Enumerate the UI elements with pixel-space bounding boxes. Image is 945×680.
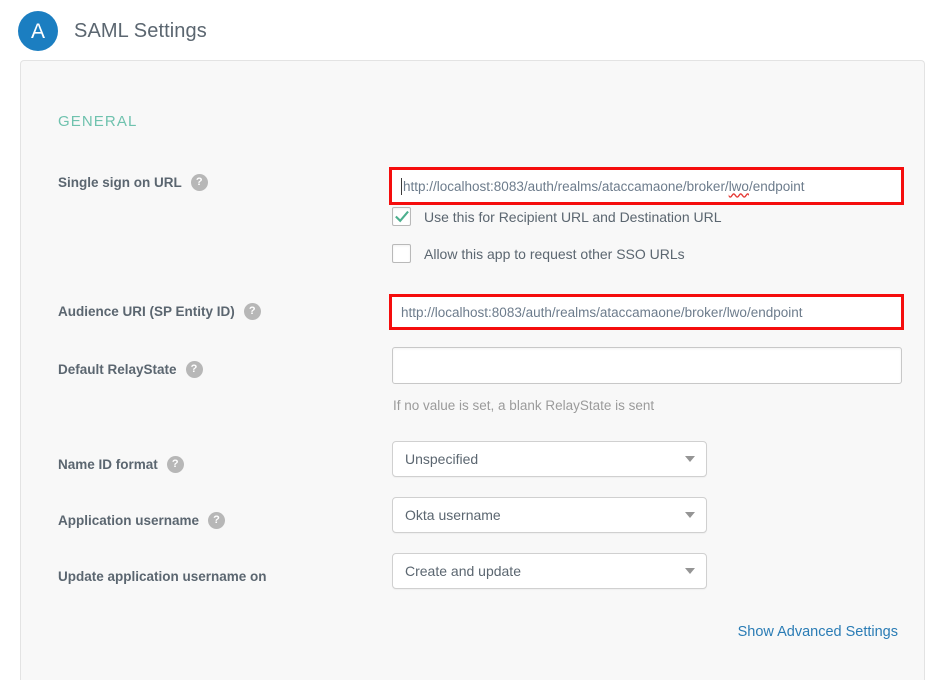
page-header: A SAML Settings xyxy=(0,0,945,62)
default-relay-state-input[interactable] xyxy=(392,347,902,384)
saml-settings-card: GENERAL Single sign on URL ? http://loca… xyxy=(20,60,925,680)
check-icon xyxy=(395,210,409,224)
page-title: SAML Settings xyxy=(74,20,207,43)
help-icon-audience-uri[interactable]: ? xyxy=(244,303,261,320)
help-icon-single-sign-on-url[interactable]: ? xyxy=(191,174,208,191)
application-username-value: Okta username xyxy=(405,507,501,523)
label-default-relay-state-text: Default RelayState xyxy=(58,362,177,377)
chevron-down-icon xyxy=(685,568,695,574)
single-sign-on-url-input[interactable]: http://localhost:8083/auth/realms/atacca… xyxy=(392,170,901,202)
label-name-id-format-text: Name ID format xyxy=(58,457,158,472)
label-audience-uri: Audience URI (SP Entity ID) ? xyxy=(58,298,261,324)
default-relay-state-hint: If no value is set, a blank RelayState i… xyxy=(393,398,654,413)
update-application-username-on-value: Create and update xyxy=(405,563,521,579)
help-icon-name-id-format[interactable]: ? xyxy=(167,456,184,473)
chevron-down-icon xyxy=(685,456,695,462)
label-default-relay-state: Default RelayState ? xyxy=(58,356,203,382)
name-id-format-value: Unspecified xyxy=(405,451,478,467)
application-username-select[interactable]: Okta username xyxy=(392,497,707,533)
audience-uri-value: http://localhost:8083/auth/realms/atacca… xyxy=(401,305,803,320)
section-title-general: GENERAL xyxy=(58,113,137,130)
label-update-application-username-on-text: Update application username on xyxy=(58,569,267,584)
label-single-sign-on-url: Single sign on URL ? xyxy=(58,169,208,195)
checkbox-label-allow-other-sso-urls: Allow this app to request other SSO URLs xyxy=(424,246,685,262)
label-application-username: Application username ? xyxy=(58,507,225,533)
highlight-single-sign-on-url: http://localhost:8083/auth/realms/atacca… xyxy=(389,167,904,205)
checkbox-row-other-sso-urls[interactable]: Allow this app to request other SSO URLs xyxy=(392,244,685,263)
update-application-username-on-field: Create and update xyxy=(392,553,707,589)
single-sign-on-url-value: http://localhost:8083/auth/realms/atacca… xyxy=(403,179,729,194)
label-single-sign-on-url-text: Single sign on URL xyxy=(58,175,182,190)
avatar-letter: A xyxy=(31,21,45,42)
name-id-format-field: Unspecified xyxy=(392,441,707,477)
name-id-format-select[interactable]: Unspecified xyxy=(392,441,707,477)
help-icon-default-relay-state[interactable]: ? xyxy=(186,361,203,378)
default-relay-state-field xyxy=(392,347,902,384)
application-username-field: Okta username xyxy=(392,497,707,533)
checkbox-label-use-for-recipient-destination: Use this for Recipient URL and Destinati… xyxy=(424,209,722,225)
show-advanced-settings-link[interactable]: Show Advanced Settings xyxy=(738,624,898,640)
label-application-username-text: Application username xyxy=(58,513,199,528)
help-icon-application-username[interactable]: ? xyxy=(208,512,225,529)
highlight-audience-uri: http://localhost:8083/auth/realms/atacca… xyxy=(389,294,904,330)
audience-uri-input[interactable]: http://localhost:8083/auth/realms/atacca… xyxy=(392,297,901,327)
update-application-username-on-select[interactable]: Create and update xyxy=(392,553,707,589)
text-caret xyxy=(401,178,402,195)
label-name-id-format: Name ID format ? xyxy=(58,451,184,477)
single-sign-on-url-value-misspelled: lwo xyxy=(729,179,749,194)
avatar: A xyxy=(18,11,58,51)
checkbox-use-for-recipient-destination[interactable] xyxy=(392,207,411,226)
label-audience-uri-text: Audience URI (SP Entity ID) xyxy=(58,304,235,319)
single-sign-on-url-value-tail: /endpoint xyxy=(749,179,805,194)
checkbox-row-recipient-destination[interactable]: Use this for Recipient URL and Destinati… xyxy=(392,207,722,226)
checkbox-allow-other-sso-urls[interactable] xyxy=(392,244,411,263)
label-update-application-username-on: Update application username on xyxy=(58,563,267,589)
chevron-down-icon xyxy=(685,512,695,518)
